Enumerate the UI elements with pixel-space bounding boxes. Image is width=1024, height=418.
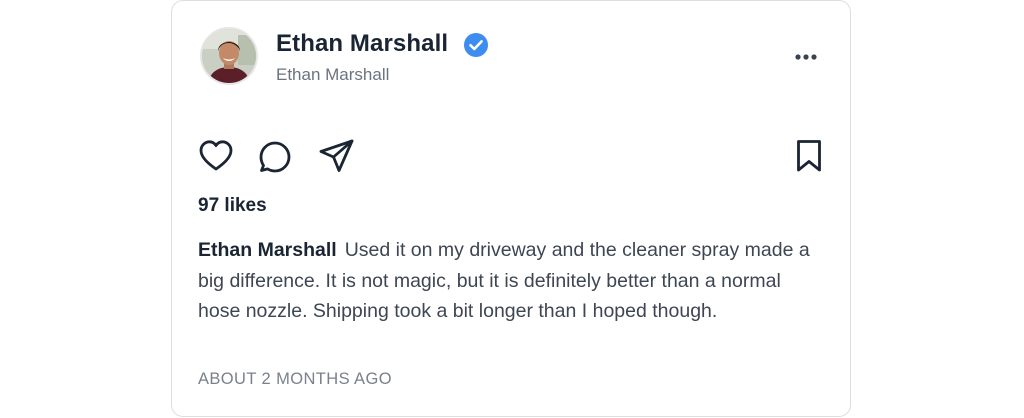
post-timestamp: ABOUT 2 MONTHS AGO (198, 370, 392, 388)
avatar-image (202, 29, 256, 83)
avatar[interactable] (200, 27, 258, 85)
author-name[interactable]: Ethan Marshall (276, 30, 448, 58)
caption-author[interactable]: Ethan Marshall (198, 239, 337, 261)
like-button[interactable] (197, 137, 235, 175)
more-horizontal-icon (795, 54, 801, 60)
heart-icon (199, 140, 233, 171)
likes-count[interactable]: 97 likes (198, 195, 267, 217)
author-handle[interactable]: Ethan Marshall (276, 65, 389, 85)
verified-badge-icon (464, 33, 488, 57)
post-card: Ethan Marshall Ethan Marshall 97 likes E… (171, 0, 851, 417)
more-options-button[interactable] (786, 47, 826, 67)
bookmark-icon (797, 140, 821, 172)
comment-icon (259, 141, 291, 173)
post-caption: Ethan Marshall Used it on my driveway and… (198, 235, 828, 327)
share-button[interactable] (318, 137, 356, 175)
comment-button[interactable] (256, 137, 294, 175)
send-icon (319, 139, 354, 172)
save-button[interactable] (790, 137, 828, 175)
